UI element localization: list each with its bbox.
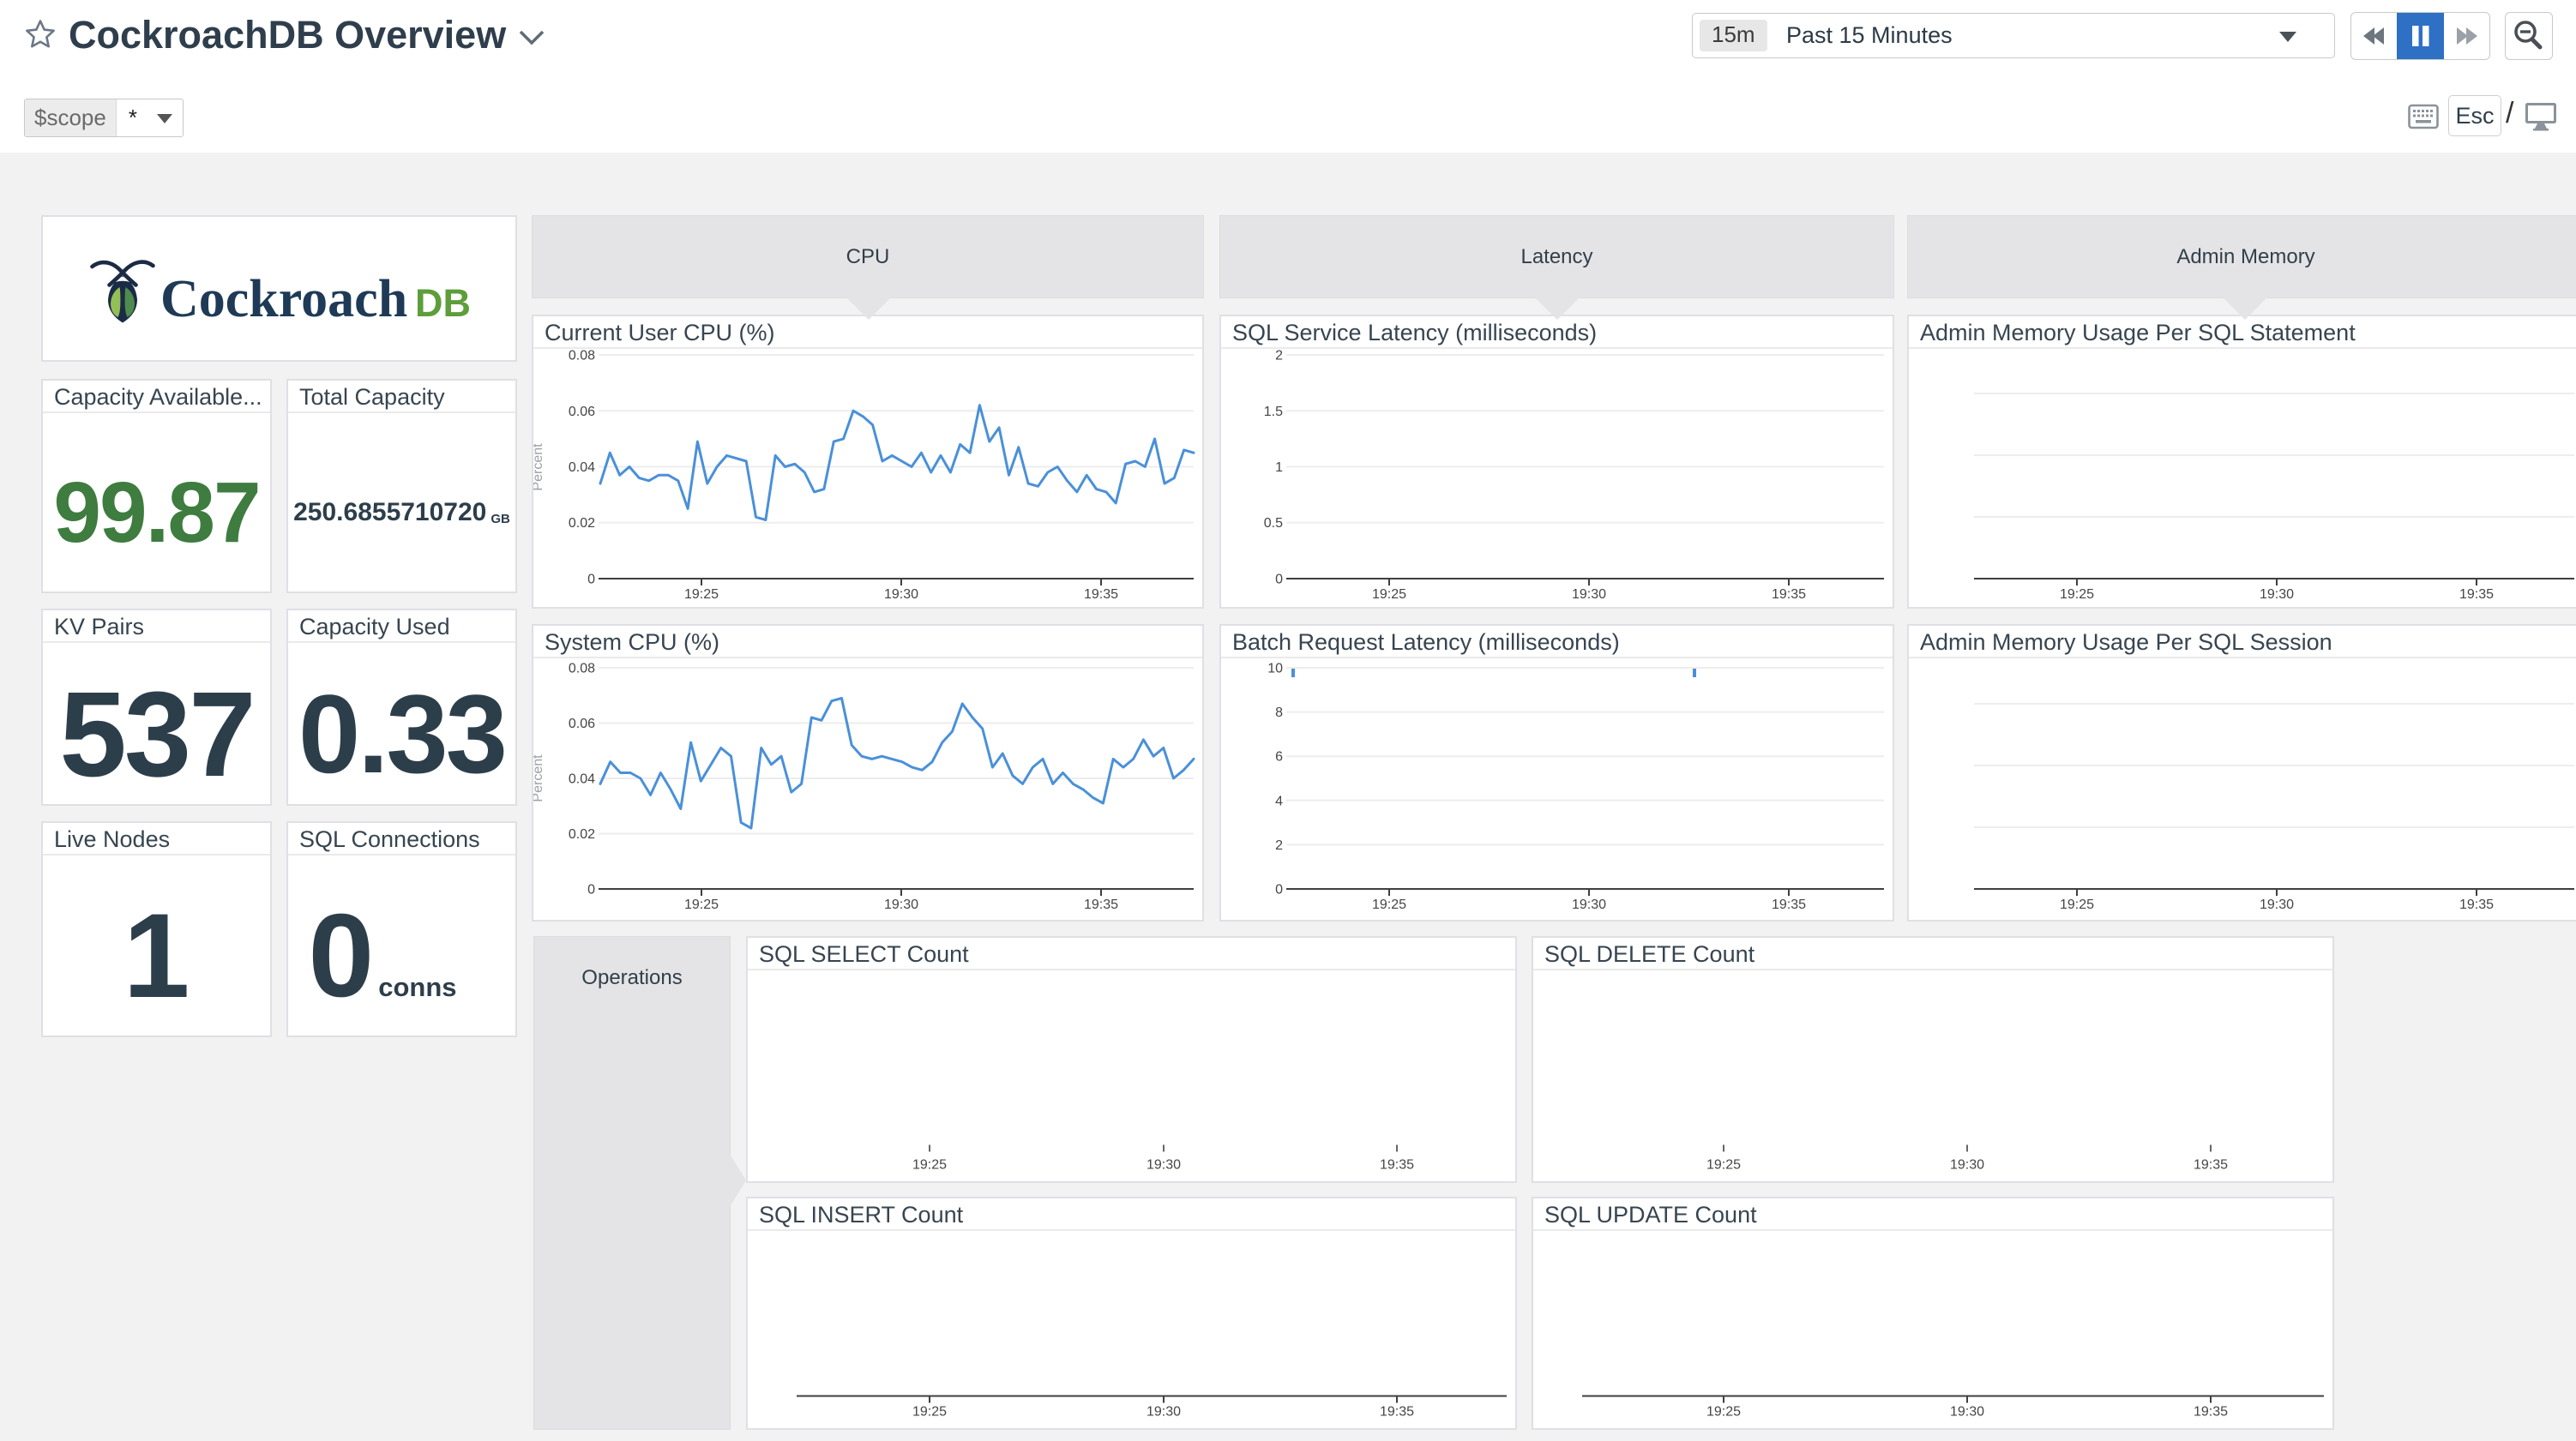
svg-text:19:35: 19:35 [1084,898,1118,912]
svg-text:19:30: 19:30 [1147,1405,1181,1420]
svg-text:19:25: 19:25 [1706,1158,1741,1173]
svg-text:1.5: 1.5 [1264,405,1283,419]
svg-text:0.04: 0.04 [569,460,595,475]
svg-text:0.5: 0.5 [1264,516,1283,531]
svg-text:19:25: 19:25 [684,587,719,602]
svg-text:0.06: 0.06 [569,717,595,731]
svg-text:0.08: 0.08 [569,349,595,363]
svg-text:2: 2 [1275,838,1283,853]
svg-text:19:25: 19:25 [912,1158,947,1173]
svg-text:19:35: 19:35 [1772,587,1806,602]
svg-text:19:35: 19:35 [2194,1405,2228,1420]
svg-text:0.02: 0.02 [569,516,595,531]
svg-text:DB: DB [415,281,471,325]
svg-text:19:25: 19:25 [1372,898,1406,912]
svg-text:2: 2 [1275,349,1283,363]
svg-text:19:25: 19:25 [1372,587,1406,602]
svg-text:0: 0 [587,883,595,898]
svg-text:0.04: 0.04 [569,772,595,787]
svg-text:1: 1 [1275,460,1283,475]
svg-text:0.02: 0.02 [569,827,595,842]
svg-text:19:30: 19:30 [1572,898,1606,912]
svg-text:19:35: 19:35 [2459,898,2494,912]
svg-text:Percent: Percent [533,754,545,802]
svg-text:19:25: 19:25 [2060,587,2094,602]
svg-text:19:25: 19:25 [912,1405,947,1420]
svg-text:0.08: 0.08 [569,662,595,676]
svg-text:Percent: Percent [533,443,545,491]
svg-text:8: 8 [1275,705,1283,720]
svg-text:6: 6 [1275,750,1283,765]
svg-text:19:25: 19:25 [2060,898,2094,912]
svg-text:19:35: 19:35 [1772,898,1806,912]
svg-text:19:30: 19:30 [1950,1158,1984,1173]
svg-text:19:30: 19:30 [884,587,918,602]
svg-text:19:25: 19:25 [684,898,719,912]
svg-text:0: 0 [1275,883,1283,898]
svg-text:19:30: 19:30 [884,898,918,912]
svg-text:19:35: 19:35 [1380,1405,1414,1420]
svg-text:0.06: 0.06 [569,405,595,419]
svg-text:0: 0 [1275,573,1283,587]
svg-text:19:35: 19:35 [2194,1158,2228,1173]
svg-text:19:30: 19:30 [2260,587,2294,602]
svg-text:19:35: 19:35 [2459,587,2494,602]
svg-text:19:30: 19:30 [1147,1158,1181,1173]
svg-text:Cockroach: Cockroach [160,270,407,328]
svg-text:19:25: 19:25 [1706,1405,1741,1420]
svg-text:0: 0 [587,573,595,587]
svg-text:19:30: 19:30 [1572,587,1606,602]
svg-text:19:30: 19:30 [1950,1405,1984,1420]
svg-text:19:30: 19:30 [2260,898,2294,912]
svg-text:10: 10 [1267,662,1283,676]
svg-text:19:35: 19:35 [1084,587,1118,602]
svg-text:19:35: 19:35 [1380,1158,1414,1173]
svg-text:4: 4 [1275,794,1283,808]
